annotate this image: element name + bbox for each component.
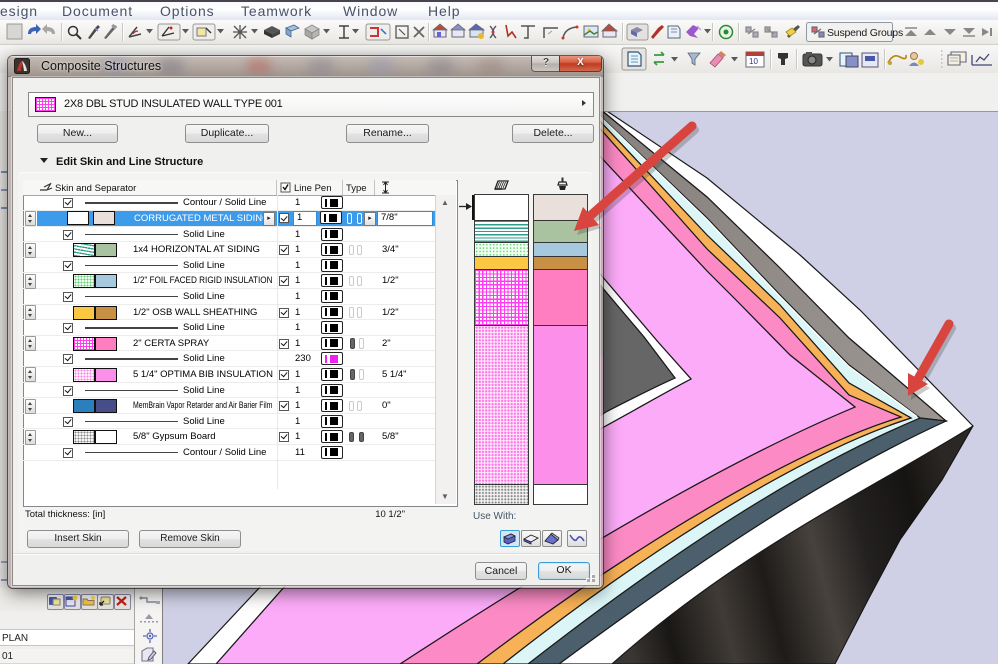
svg-text:Suspend Groups: Suspend Groups (827, 27, 903, 39)
svg-text:10: 10 (749, 57, 758, 66)
